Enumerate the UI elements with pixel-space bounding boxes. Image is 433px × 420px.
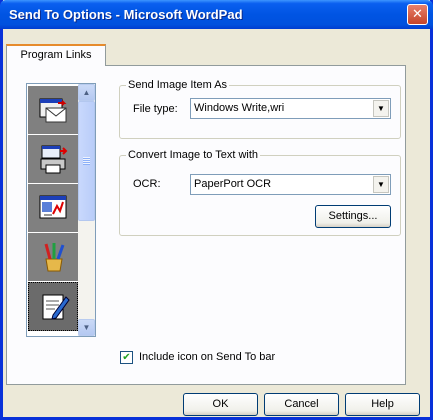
- file-type-select[interactable]: Windows Write,wri ▼: [190, 98, 391, 119]
- ocr-select[interactable]: PaperPort OCR ▼: [190, 174, 391, 195]
- convert-text-legend: Convert Image to Text with: [128, 149, 259, 161]
- scroll-down-icon[interactable]: ▼: [78, 319, 95, 336]
- file-type-label: File type:: [133, 103, 178, 115]
- settings-button[interactable]: Settings...: [315, 205, 391, 228]
- word-processor-icon: [42, 294, 70, 320]
- ok-button[interactable]: OK: [183, 393, 258, 416]
- send-image-legend: Send Image Item As: [128, 79, 228, 91]
- mail-program-icon: [39, 98, 67, 123]
- ocr-value: PaperPort OCR: [194, 178, 272, 190]
- graphics-program-icon: [39, 195, 67, 219]
- chevron-down-icon[interactable]: ▼: [373, 176, 389, 193]
- program-item-fax[interactable]: [28, 135, 78, 184]
- icon-list-scrollbar[interactable]: ▲ ▼: [78, 84, 95, 336]
- fax-printer-icon: [40, 145, 68, 174]
- close-button[interactable]: ✕: [407, 4, 428, 25]
- paint-brushes-icon: [44, 243, 65, 272]
- program-item-word-processor[interactable]: [28, 282, 78, 331]
- scroll-up-icon[interactable]: ▲: [78, 84, 95, 101]
- ocr-label: OCR:: [133, 178, 161, 190]
- include-icon-label: Include icon on Send To bar: [139, 351, 276, 363]
- program-icon-list[interactable]: ▲ ▼: [26, 83, 96, 337]
- program-item-mail[interactable]: [28, 86, 78, 135]
- help-button[interactable]: Help: [345, 393, 420, 416]
- program-item-graphics[interactable]: [28, 184, 78, 233]
- tab-program-links[interactable]: Program Links: [6, 44, 106, 66]
- chevron-down-icon[interactable]: ▼: [373, 100, 389, 117]
- title-bar[interactable]: Send To Options - Microsoft WordPad ✕: [0, 0, 433, 29]
- scroll-thumb[interactable]: [78, 101, 95, 221]
- file-type-value: Windows Write,wri: [194, 102, 285, 114]
- window-title: Send To Options - Microsoft WordPad: [9, 7, 243, 22]
- include-icon-checkbox[interactable]: ✔: [120, 351, 133, 364]
- cancel-button[interactable]: Cancel: [264, 393, 339, 416]
- program-item-paint[interactable]: [28, 233, 78, 282]
